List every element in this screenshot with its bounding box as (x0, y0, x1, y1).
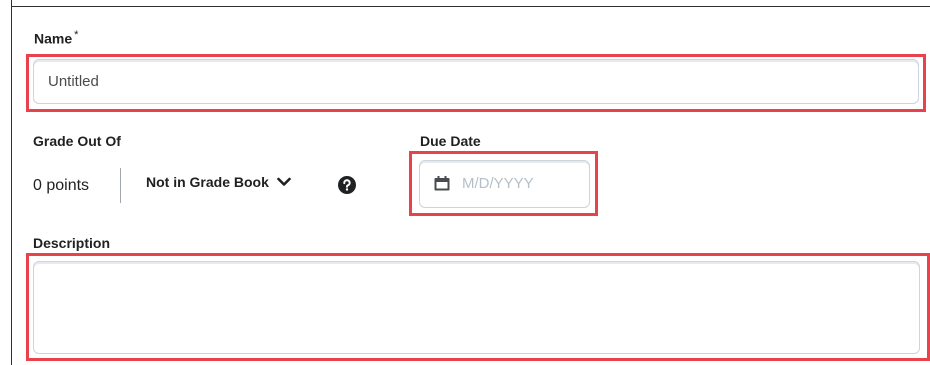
description-label: Description (33, 235, 111, 251)
calendar-icon (434, 176, 450, 191)
question-circle-icon[interactable] (338, 176, 356, 194)
description-textarea[interactable] (33, 261, 920, 354)
required-marker: * (74, 29, 79, 41)
name-input[interactable] (33, 59, 919, 104)
due-date-label: Due Date (420, 133, 481, 149)
frame-border-left (11, 0, 12, 365)
gradebook-dropdown[interactable]: Not in Grade Book (146, 174, 291, 190)
due-date-placeholder: M/D/YYYY (462, 175, 534, 192)
name-label-text: Name (34, 30, 73, 47)
grade-out-of-label: Grade Out Of (33, 133, 121, 149)
gradebook-dropdown-label: Not in Grade Book (146, 174, 269, 190)
name-label: Name * (34, 29, 78, 47)
grade-divider (120, 168, 121, 203)
points-value: 0 points (33, 177, 90, 194)
frame-border-top (11, 6, 930, 7)
chevron-down-icon (277, 177, 291, 186)
